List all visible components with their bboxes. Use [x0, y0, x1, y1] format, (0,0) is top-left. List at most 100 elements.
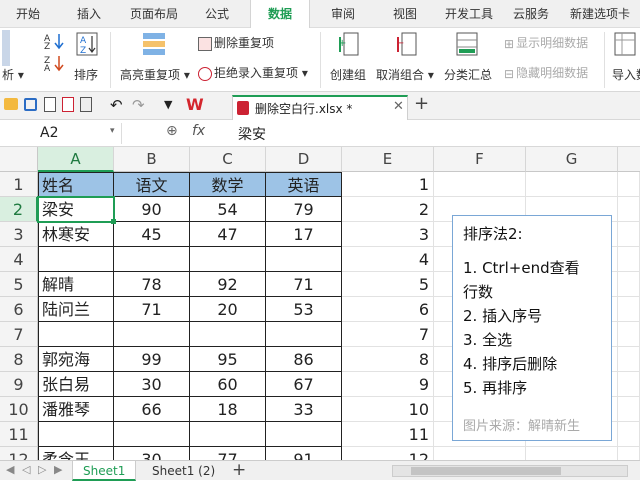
- empty-cell[interactable]: [526, 172, 618, 197]
- header-cell-name[interactable]: 姓名: [38, 172, 114, 197]
- row-header-2[interactable]: 2: [0, 197, 38, 222]
- formula-input[interactable]: 梁安: [238, 124, 266, 144]
- cell-sequence-number[interactable]: 2: [342, 197, 434, 222]
- cell-sequence-number[interactable]: 12: [342, 447, 434, 460]
- column-header-g[interactable]: G: [526, 147, 618, 172]
- redo-icon[interactable]: ↷: [132, 96, 145, 114]
- empty-cell[interactable]: [618, 372, 640, 397]
- cell-name[interactable]: 解晴: [38, 272, 114, 297]
- empty-cell[interactable]: [618, 197, 640, 222]
- empty-cell[interactable]: [618, 247, 640, 272]
- subtotal-button[interactable]: 分类汇总: [444, 66, 492, 83]
- new-tab-icon[interactable]: +: [414, 93, 429, 114]
- cell-math[interactable]: 60: [190, 372, 266, 397]
- select-all-corner[interactable]: [0, 147, 38, 172]
- next-sheet-icon[interactable]: ▷: [38, 463, 46, 476]
- row-header-8[interactable]: 8: [0, 347, 38, 372]
- hide-detail-button[interactable]: ⊟ 隐藏明细数据: [504, 64, 588, 81]
- open-folder-icon[interactable]: [4, 98, 18, 110]
- cell-sequence-number[interactable]: 6: [342, 297, 434, 322]
- cell-name[interactable]: 郭宛海: [38, 347, 114, 372]
- cell-english[interactable]: 86: [266, 347, 342, 372]
- fill-handle[interactable]: [111, 219, 116, 224]
- column-header-f[interactable]: F: [434, 147, 526, 172]
- qat-more-icon[interactable]: ▼: [164, 98, 172, 111]
- cell-english[interactable]: [266, 322, 342, 347]
- save-icon[interactable]: [24, 98, 37, 111]
- cell-math[interactable]: 20: [190, 297, 266, 322]
- close-tab-icon[interactable]: ✕: [393, 99, 404, 114]
- zoom-search-icon[interactable]: ⊕: [166, 123, 178, 139]
- header-cell-chinese[interactable]: 语文: [114, 172, 190, 197]
- sheet-tab-sheet1-2[interactable]: Sheet1 (2): [142, 461, 225, 481]
- row-header-12[interactable]: 12: [0, 447, 38, 460]
- cell-sequence-number[interactable]: 4: [342, 247, 434, 272]
- cell-chinese[interactable]: [114, 322, 190, 347]
- row-header-5[interactable]: 5: [0, 272, 38, 297]
- row-header-10[interactable]: 10: [0, 397, 38, 422]
- empty-cell[interactable]: [618, 322, 640, 347]
- empty-cell[interactable]: [618, 397, 640, 422]
- cell-math[interactable]: 95: [190, 347, 266, 372]
- cell-english[interactable]: 71: [266, 272, 342, 297]
- empty-cell[interactable]: [618, 222, 640, 247]
- cell-chinese[interactable]: 78: [114, 272, 190, 297]
- cell-name[interactable]: 潘雅琴: [38, 397, 114, 422]
- print-icon[interactable]: [80, 97, 92, 112]
- cell-name[interactable]: 陆问兰: [38, 297, 114, 322]
- tab-home[interactable]: 开始: [0, 0, 56, 28]
- empty-cell[interactable]: [618, 172, 640, 197]
- cell-sequence-number[interactable]: 8: [342, 347, 434, 372]
- note-textbox[interactable]: 排序法2: 1. Ctrl+end查看 行数 2. 插入序号 3. 全选 4. …: [452, 215, 612, 441]
- cell-math[interactable]: 92: [190, 272, 266, 297]
- row-header-11[interactable]: 11: [0, 422, 38, 447]
- cell-chinese[interactable]: 30: [114, 447, 190, 460]
- add-sheet-icon[interactable]: +: [232, 460, 246, 480]
- last-sheet-icon[interactable]: ▶: [54, 463, 62, 476]
- empty-cell[interactable]: [618, 447, 640, 460]
- column-header-b[interactable]: B: [114, 147, 190, 172]
- row-header-9[interactable]: 9: [0, 372, 38, 397]
- show-detail-button[interactable]: ⊞ 显示明细数据: [504, 34, 588, 51]
- horizontal-scrollbar[interactable]: [392, 465, 628, 477]
- cell-chinese[interactable]: 66: [114, 397, 190, 422]
- cell-sequence-number[interactable]: 10: [342, 397, 434, 422]
- first-sheet-icon[interactable]: ◀: [6, 463, 14, 476]
- sheet-tab-sheet1[interactable]: Sheet1: [72, 461, 137, 481]
- tab-insert[interactable]: 插入: [56, 0, 122, 28]
- document-tab[interactable]: 删除空白行.xlsx * ✕: [232, 95, 408, 120]
- cell-english[interactable]: 53: [266, 297, 342, 322]
- analyze-button[interactable]: 析 ▾: [2, 66, 24, 83]
- cell-math[interactable]: [190, 247, 266, 272]
- cell-math[interactable]: 54: [190, 197, 266, 222]
- row-header-7[interactable]: 7: [0, 322, 38, 347]
- empty-cell[interactable]: [618, 422, 640, 447]
- tab-formulas[interactable]: 公式: [186, 0, 248, 28]
- cell-english[interactable]: 91: [266, 447, 342, 460]
- empty-cell[interactable]: [434, 447, 526, 460]
- active-cell-selection[interactable]: [37, 196, 115, 223]
- tab-data[interactable]: 数据: [250, 0, 310, 29]
- cell-math[interactable]: [190, 422, 266, 447]
- cell-chinese[interactable]: 99: [114, 347, 190, 372]
- row-header-4[interactable]: 4: [0, 247, 38, 272]
- cell-math[interactable]: [190, 322, 266, 347]
- name-box[interactable]: A2: [0, 123, 122, 144]
- cell-chinese[interactable]: 90: [114, 197, 190, 222]
- highlight-duplicates-button[interactable]: 高亮重复项 ▾: [120, 66, 190, 83]
- empty-cell[interactable]: [434, 172, 526, 197]
- cell-sequence-number[interactable]: 1: [342, 172, 434, 197]
- cell-chinese[interactable]: 45: [114, 222, 190, 247]
- cell-english[interactable]: 79: [266, 197, 342, 222]
- tab-developer[interactable]: 开发工具: [436, 0, 502, 28]
- header-cell-math[interactable]: 数学: [190, 172, 266, 197]
- cell-english[interactable]: [266, 422, 342, 447]
- cell-english[interactable]: 67: [266, 372, 342, 397]
- cell-chinese[interactable]: 30: [114, 372, 190, 397]
- column-header-d[interactable]: D: [266, 147, 342, 172]
- header-cell-english[interactable]: 英语: [266, 172, 342, 197]
- cell-sequence-number[interactable]: 5: [342, 272, 434, 297]
- cell-name[interactable]: [38, 247, 114, 272]
- tab-review[interactable]: 审阅: [312, 0, 374, 28]
- row-header-6[interactable]: 6: [0, 297, 38, 322]
